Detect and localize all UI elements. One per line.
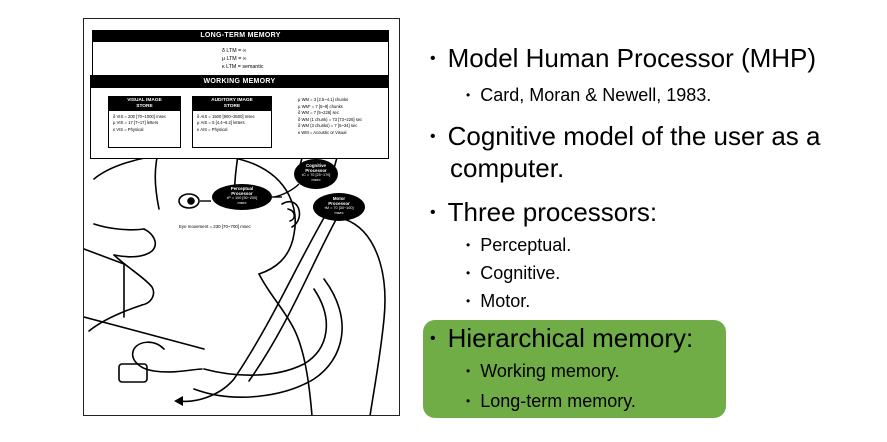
bullet-three-processors: • Three processors: <box>430 197 658 227</box>
auditory-store-title: AUDITORY IMAGE STORE <box>193 97 271 111</box>
sub-bullet-working-memory: • Working memory. <box>466 361 620 381</box>
long-term-memory-params: δ LTM = ∞ μ LTM = ∞ κ LTM = semantic <box>222 47 264 71</box>
long-term-memory-title: LONG-TERM MEMORY <box>92 30 389 42</box>
bullet-dot-icon: • <box>466 364 471 378</box>
sub-bullet-motor: • Motor. <box>466 291 531 311</box>
slide: LONG-TERM MEMORY δ LTM = ∞ μ LTM = ∞ κ L… <box>0 0 887 442</box>
ltm-param-decay: δ LTM = ∞ <box>222 48 247 54</box>
sub-bullet-cognitive: • Cognitive. <box>466 263 561 283</box>
bullet-dot-icon: • <box>466 88 471 102</box>
cognitive-processor: Cognitive Processor τC = 70 [25~170] mse… <box>301 163 331 182</box>
visual-image-store: VISUAL IMAGE STORE δ VIS = 200 [70~1000]… <box>108 96 181 148</box>
bullet-dot-icon: • <box>430 50 436 67</box>
bullet-hierarchical-memory: • Hierarchical memory: <box>430 323 694 353</box>
visual-store-params: δ VIS = 200 [70~1000] msec μ VIS = 17 [7… <box>113 114 167 132</box>
working-memory-params: μ WM = 3 [2.5~4.1] chunks μ WM* = 7 [5~9… <box>298 97 363 135</box>
ltm-param-code: κ LTM = semantic <box>222 64 264 70</box>
sub-bullet-long-term-memory: • Long-term memory. <box>466 391 636 411</box>
auditory-store-params: δ AIS = 1500 [900~3500] msec μ AIS = 5 [… <box>197 114 255 132</box>
mhp-figure: LONG-TERM MEMORY δ LTM = ∞ μ LTM = ∞ κ L… <box>83 18 400 416</box>
visual-store-title: VISUAL IMAGE STORE <box>109 97 180 111</box>
eye-movement-label: Eye movement = 230 [70~700] msec <box>179 224 251 229</box>
bullet-cognitive-model-cont: computer. <box>450 153 565 183</box>
motor-processor: Motor Processor τM = 70 [30~100] msec <box>324 196 354 215</box>
bullet-dot-icon: • <box>466 394 471 408</box>
bullet-dot-icon: • <box>430 204 436 221</box>
sub-bullet-citation: • Card, Moran & Newell, 1983. <box>466 85 712 105</box>
sub-bullet-perceptual: • Perceptual. <box>466 235 572 255</box>
auditory-image-store: AUDITORY IMAGE STORE δ AIS = 1500 [900~3… <box>192 96 272 148</box>
bullet-mhp: • Model Human Processor (MHP) <box>430 43 817 73</box>
bullet-dot-icon: • <box>430 330 436 347</box>
ltm-param-capacity: μ LTM = ∞ <box>222 56 247 62</box>
bullet-dot-icon: • <box>466 266 471 280</box>
bullet-dot-icon: • <box>430 128 436 145</box>
bullet-cognitive-model: • Cognitive model of the user as a <box>430 121 821 151</box>
bullet-dot-icon: • <box>466 294 471 308</box>
bullet-dot-icon: • <box>466 238 471 252</box>
working-memory-title: WORKING MEMORY <box>90 75 389 88</box>
perceptual-processor: Perceptual Processor τP = 100 [50~200] m… <box>226 186 258 205</box>
